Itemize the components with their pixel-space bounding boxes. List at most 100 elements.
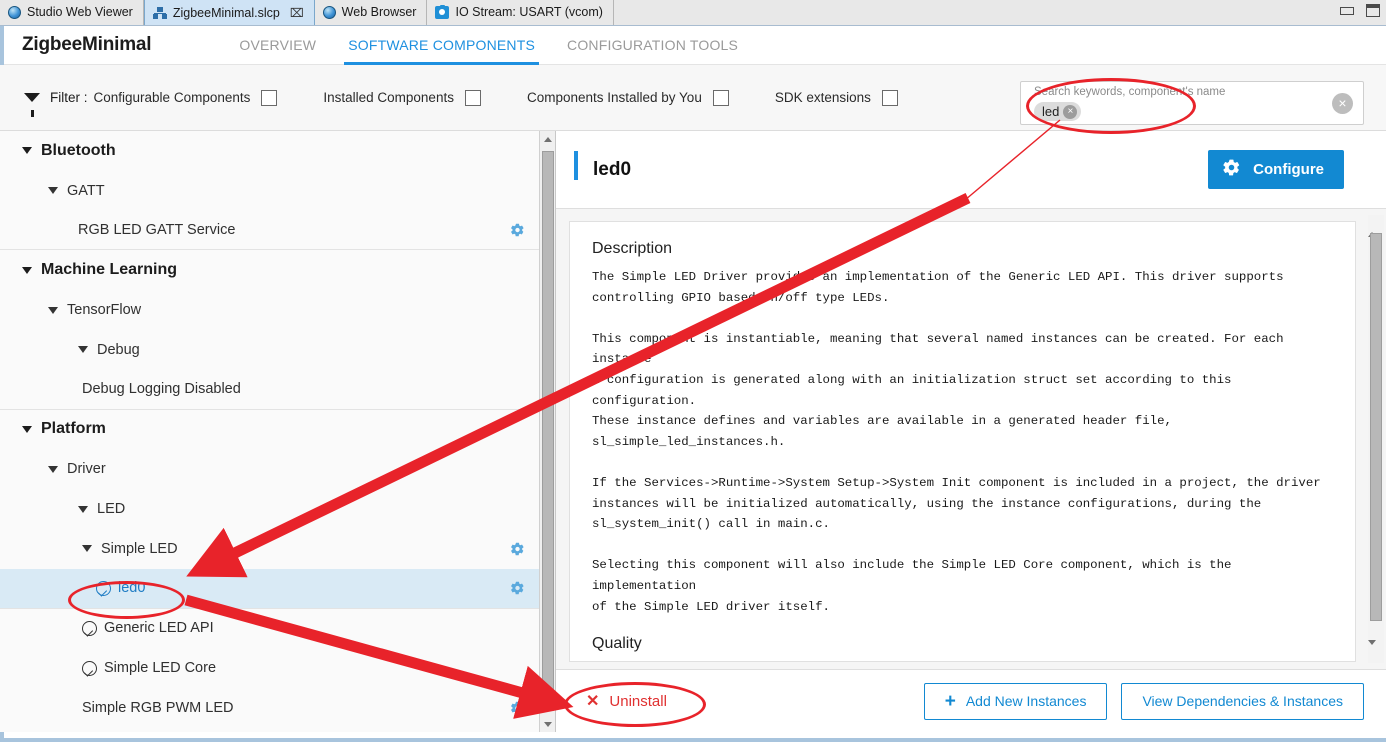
detail-accent-bar bbox=[574, 151, 578, 180]
search-chip-led[interactable]: led × bbox=[1034, 102, 1082, 121]
uninstall-button[interactable]: ✕ Uninstall bbox=[586, 691, 667, 711]
chevron-down-icon[interactable] bbox=[22, 425, 32, 433]
checkbox-configurable-components[interactable] bbox=[261, 89, 278, 106]
detail-scrollbar-thumb[interactable] bbox=[1370, 233, 1382, 621]
tree-item-simple-led[interactable]: Simple LED bbox=[0, 529, 539, 569]
detail-title: led0 bbox=[593, 158, 632, 180]
add-new-instances-label: Add New Instances bbox=[965, 693, 1087, 709]
checkbox-sdk-extensions[interactable] bbox=[881, 89, 898, 106]
scroll-down-icon[interactable] bbox=[540, 716, 555, 732]
add-new-instances-button[interactable]: + Add New Instances bbox=[923, 682, 1108, 720]
scroll-up-icon[interactable] bbox=[1368, 215, 1376, 237]
check-circle-icon bbox=[82, 660, 97, 676]
filter-option-installed-components[interactable]: Installed Components bbox=[323, 89, 481, 106]
description-card: Description The Simple LED Driver provid… bbox=[569, 221, 1356, 662]
chevron-down-icon[interactable] bbox=[48, 306, 58, 314]
tree-item-gatt[interactable]: GATT bbox=[0, 171, 539, 211]
tab-configuration-tools[interactable]: CONFIGURATION TOOLS bbox=[551, 26, 754, 65]
tree-scrollbar[interactable] bbox=[539, 131, 555, 732]
project-header: ZigbeeMinimal OVERVIEW SOFTWARE COMPONEN… bbox=[0, 26, 1386, 65]
view-dependencies-button[interactable]: View Dependencies & Instances bbox=[1121, 682, 1364, 720]
gear-icon[interactable] bbox=[510, 541, 525, 556]
chevron-down-icon[interactable] bbox=[48, 187, 58, 195]
quality-heading: Quality bbox=[592, 635, 642, 653]
chevron-down-icon[interactable] bbox=[48, 465, 58, 473]
page-title: ZigbeeMinimal bbox=[22, 34, 152, 55]
tree-scrollbar-thumb[interactable] bbox=[542, 151, 554, 711]
gear-icon bbox=[1222, 158, 1241, 181]
tree-item-platform[interactable]: Platform bbox=[0, 410, 539, 450]
component-tree-panel: Bluetooth GATT RGB LED GATT Service Machine… bbox=[0, 131, 556, 732]
bottom-rail bbox=[0, 738, 1386, 742]
tree-item-debug-logging-disabled[interactable]: Debug Logging Disabled bbox=[0, 370, 539, 410]
maximize-icon[interactable] bbox=[1366, 4, 1380, 17]
tree-item-simple-rgb-pwm-led[interactable]: Simple RGB PWM LED bbox=[0, 688, 539, 728]
gear-icon[interactable] bbox=[510, 581, 525, 596]
footer-actions: + Add New Instances View Dependencies & … bbox=[923, 682, 1364, 720]
tree-item-label: Platform bbox=[41, 420, 106, 438]
detail-scrollbar[interactable] bbox=[1368, 215, 1384, 663]
editor-tab-io-stream[interactable]: IO Stream: USART (vcom) bbox=[427, 0, 614, 25]
editor-tab-label: Web Browser bbox=[341, 5, 417, 19]
close-x-icon: ✕ bbox=[586, 693, 600, 710]
tab-overview[interactable]: OVERVIEW bbox=[223, 26, 332, 65]
chip-remove-icon[interactable]: × bbox=[1063, 104, 1078, 119]
tree-item-simple-led-core[interactable]: Simple LED Core bbox=[0, 648, 539, 688]
tree-item-machine-learning[interactable]: Machine Learning bbox=[0, 250, 539, 290]
editor-tab-studio-web-viewer[interactable]: Studio Web Viewer bbox=[0, 0, 144, 25]
scroll-down-icon[interactable] bbox=[1368, 640, 1376, 663]
minimize-icon[interactable] bbox=[1340, 6, 1354, 15]
tree-item-debug[interactable]: Debug bbox=[0, 330, 539, 370]
globe-icon bbox=[322, 5, 336, 19]
tab-software-components[interactable]: SOFTWARE COMPONENTS bbox=[332, 26, 551, 65]
sitemap-icon bbox=[152, 6, 167, 19]
tree-item-label: Bluetooth bbox=[41, 141, 116, 159]
scroll-up-icon[interactable] bbox=[540, 131, 555, 147]
tree-item-bluetooth[interactable]: Bluetooth bbox=[0, 131, 539, 171]
editor-tab-web-browser[interactable]: Web Browser bbox=[314, 0, 428, 25]
tree-item-label: Simple LED Core bbox=[104, 660, 217, 677]
main-body: Bluetooth GATT RGB LED GATT Service Machine… bbox=[0, 131, 1386, 732]
tree-item-label: Simple RGB PWM LED bbox=[82, 700, 234, 717]
io-stream-icon bbox=[435, 5, 450, 19]
filter-option-sdk-extensions[interactable]: SDK extensions bbox=[774, 89, 898, 106]
filter-option-components-installed-by-you[interactable]: Components Installed by You bbox=[526, 89, 729, 106]
filter-option-label: Configurable Components bbox=[93, 90, 251, 105]
editor-tab-bar: Studio Web Viewer ZigbeeMinimal.slcp ⌧ W… bbox=[0, 0, 1386, 26]
configure-button[interactable]: Configure bbox=[1208, 150, 1344, 189]
chevron-down-icon[interactable] bbox=[82, 545, 92, 553]
tree-item-led[interactable]: LED bbox=[0, 489, 539, 529]
view-dependencies-label: View Dependencies & Instances bbox=[1142, 693, 1343, 709]
tree-item-label: LED bbox=[97, 501, 126, 518]
tab-label: CONFIGURATION TOOLS bbox=[567, 37, 739, 53]
close-icon[interactable]: ⌧ bbox=[290, 6, 304, 20]
checkbox-components-installed-by-you[interactable] bbox=[712, 89, 729, 106]
tree-item-label: Machine Learning bbox=[41, 261, 178, 279]
tree-item-tensorflow[interactable]: TensorFlow bbox=[0, 290, 539, 330]
chevron-down-icon[interactable] bbox=[78, 346, 88, 354]
tree-item-driver[interactable]: Driver bbox=[0, 449, 539, 489]
component-detail-panel: led0 Configure Description The Simple LE… bbox=[556, 131, 1386, 732]
plus-icon: + bbox=[944, 690, 956, 712]
gear-icon[interactable] bbox=[510, 222, 525, 237]
chevron-down-icon[interactable] bbox=[22, 147, 32, 155]
search-chip-label: led bbox=[1042, 104, 1060, 119]
gear-icon[interactable] bbox=[510, 701, 525, 716]
filter-option-configurable-components[interactable]: Configurable Components bbox=[93, 89, 278, 106]
search-box[interactable]: Search keywords, component's name led × … bbox=[1020, 81, 1364, 125]
tree-item-led0[interactable]: led0 bbox=[0, 568, 539, 609]
chevron-down-icon[interactable] bbox=[22, 266, 32, 274]
tree-item-label: GATT bbox=[67, 182, 105, 199]
window-controls bbox=[1340, 4, 1380, 17]
tree-item-generic-led-api[interactable]: Generic LED API bbox=[0, 609, 539, 649]
tree-item-label: Driver bbox=[67, 461, 106, 478]
tree-item-rgb-led-gatt-service[interactable]: RGB LED GATT Service bbox=[0, 211, 539, 251]
filter-option-label: SDK extensions bbox=[774, 90, 871, 105]
tab-label: OVERVIEW bbox=[239, 37, 317, 53]
clear-search-icon[interactable]: × bbox=[1332, 93, 1353, 114]
editor-tab-zigbeeminimal-slcp[interactable]: ZigbeeMinimal.slcp ⌧ bbox=[143, 0, 315, 25]
filter-option-label: Components Installed by You bbox=[526, 90, 702, 105]
editor-tab-label: IO Stream: USART (vcom) bbox=[455, 5, 603, 19]
checkbox-installed-components[interactable] bbox=[464, 89, 481, 106]
chevron-down-icon[interactable] bbox=[78, 505, 88, 513]
